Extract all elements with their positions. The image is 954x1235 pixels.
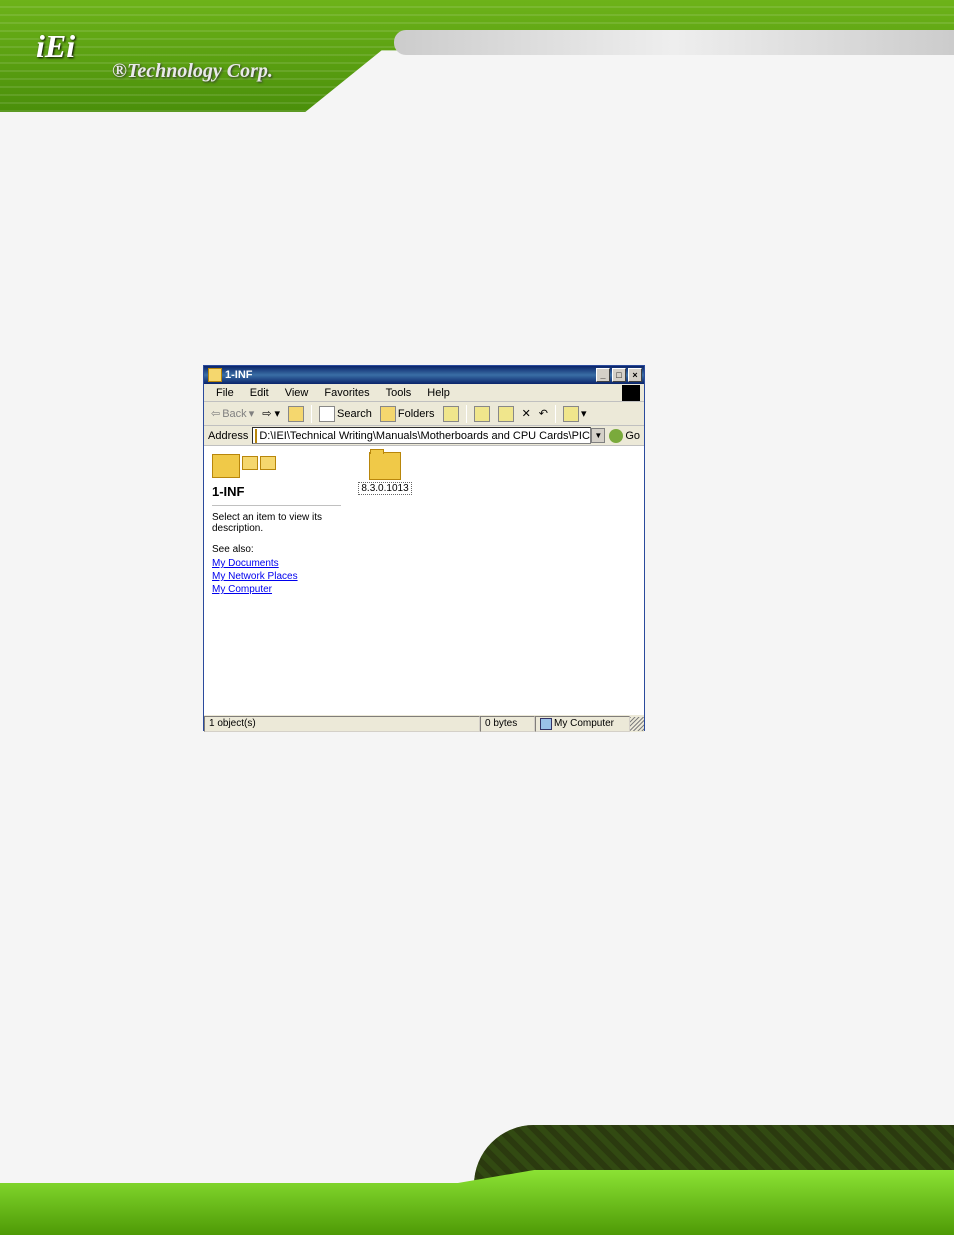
folder-preview (212, 454, 341, 478)
menu-tools[interactable]: Tools (378, 386, 420, 400)
history-button[interactable] (440, 405, 462, 423)
folder-icon (369, 452, 401, 480)
address-label: Address (208, 430, 248, 442)
status-computer: My Computer (535, 716, 630, 732)
separator (555, 405, 556, 423)
content-area: 1-INF Select an item to view its descrip… (204, 446, 644, 714)
folder-item[interactable]: 8.3.0.1013 (355, 452, 415, 495)
folder-small-icon (260, 456, 276, 470)
address-dropdown[interactable]: ▼ (591, 428, 605, 443)
statusbar: 1 object(s) 0 bytes My Computer (204, 714, 644, 732)
seealso-label: See also: (212, 544, 341, 555)
brand-logo: iEi (36, 28, 75, 65)
address-input[interactable]: D:\IEI\Technical Writing\Manuals\Motherb… (252, 427, 591, 444)
status-bytes: 0 bytes (480, 716, 535, 732)
folder-label: 8.3.0.1013 (358, 482, 411, 495)
folders-button[interactable]: Folders (377, 405, 438, 423)
moveto-button[interactable] (471, 405, 493, 423)
explorer-window: 1-INF _ □ × File Edit View Favorites Too… (203, 365, 645, 731)
folder-large-icon (212, 454, 240, 478)
go-icon (609, 429, 623, 443)
undo-button[interactable]: ↶ (536, 406, 551, 421)
folder-icon (255, 429, 257, 443)
copyto-button[interactable] (495, 405, 517, 423)
link-my-documents[interactable]: My Documents (212, 558, 341, 569)
file-pane[interactable]: 8.3.0.1013 (349, 446, 644, 714)
menu-file[interactable]: File (208, 386, 242, 400)
resize-grip[interactable] (630, 717, 644, 731)
separator (466, 405, 467, 423)
header-circuit-pattern (0, 0, 954, 112)
status-objects: 1 object(s) (204, 716, 480, 732)
minimize-button[interactable]: _ (596, 368, 610, 382)
computer-icon (540, 718, 552, 730)
maximize-button[interactable]: □ (612, 368, 626, 382)
link-my-network-places[interactable]: My Network Places (212, 571, 341, 582)
description-text: Select an item to view its description. (212, 512, 341, 534)
brand-tagline: ®Technology Corp. (112, 60, 273, 83)
forward-button[interactable]: ⇨ ▾ (259, 406, 283, 421)
menu-help[interactable]: Help (419, 386, 458, 400)
folder-small-icon (242, 456, 258, 470)
delete-button[interactable]: ✕ (519, 406, 534, 421)
header-sweep (394, 30, 954, 55)
back-button[interactable]: ⇦ Back ▾ (208, 406, 257, 421)
window-title: 1-INF (225, 369, 596, 381)
divider (212, 505, 341, 506)
toolbar: ⇦ Back ▾ ⇨ ▾ Search Folders ✕ ↶ ▾ (204, 402, 644, 426)
folder-name: 1-INF (212, 484, 341, 499)
footer-banner (0, 1125, 954, 1235)
windows-flag-icon (622, 385, 640, 401)
separator (311, 405, 312, 423)
views-button[interactable]: ▾ (560, 405, 590, 423)
address-path: D:\IEI\Technical Writing\Manuals\Motherb… (259, 430, 591, 442)
menu-favorites[interactable]: Favorites (316, 386, 377, 400)
addressbar: Address D:\IEI\Technical Writing\Manuals… (204, 426, 644, 446)
link-my-computer[interactable]: My Computer (212, 584, 341, 595)
close-button[interactable]: × (628, 368, 642, 382)
menubar: File Edit View Favorites Tools Help (204, 384, 644, 402)
left-panel: 1-INF Select an item to view its descrip… (204, 446, 349, 714)
go-button[interactable]: Go (609, 429, 640, 443)
window-controls: _ □ × (596, 368, 642, 382)
search-button[interactable]: Search (316, 405, 375, 423)
titlebar[interactable]: 1-INF _ □ × (204, 366, 644, 384)
up-button[interactable] (285, 405, 307, 423)
menu-edit[interactable]: Edit (242, 386, 277, 400)
folder-icon (208, 368, 222, 382)
menu-view[interactable]: View (277, 386, 317, 400)
